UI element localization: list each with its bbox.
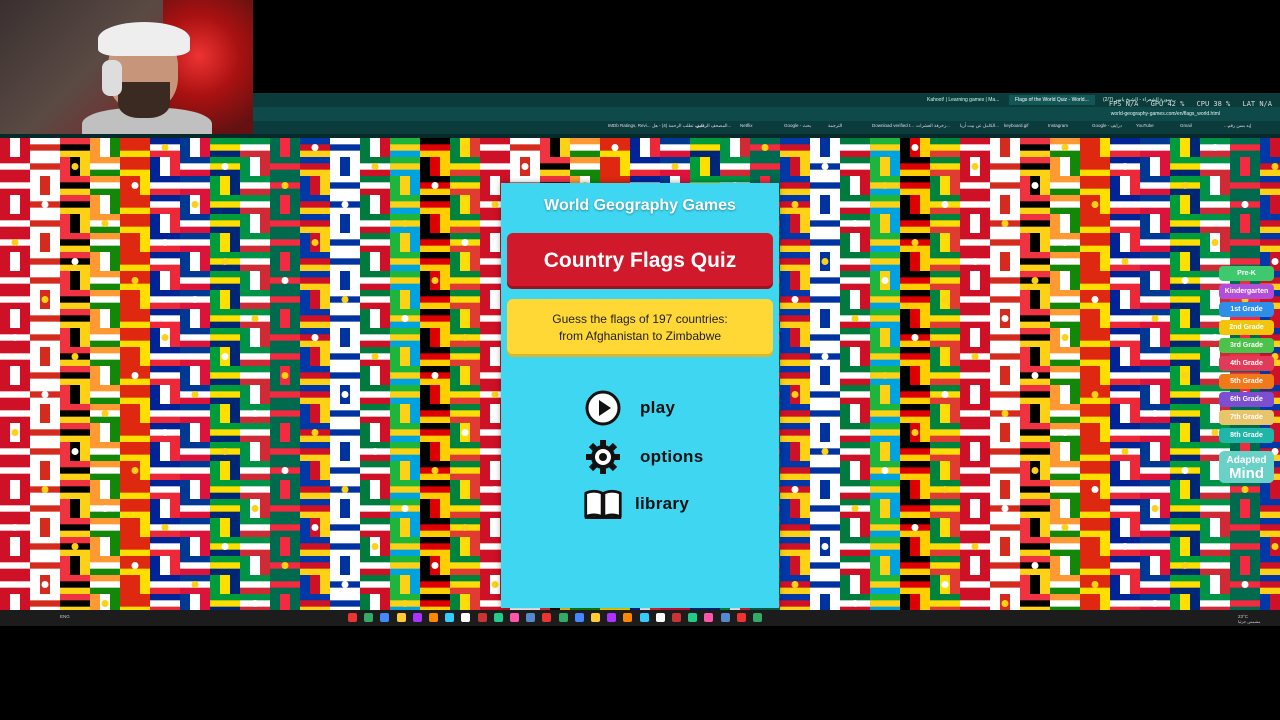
taskbar-app-icon[interactable] (526, 613, 536, 622)
bookmark-item[interactable]: Google - بحث (784, 123, 811, 129)
quiz-title-banner: Country Flags Quiz (507, 233, 773, 289)
play-button[interactable]: play (583, 388, 675, 428)
grade-button[interactable]: 6th Grade (1219, 392, 1274, 407)
headphone-icon (102, 60, 122, 96)
library-button[interactable]: library (583, 484, 689, 524)
taskbar-app-icon[interactable] (639, 613, 649, 622)
play-icon (583, 388, 623, 428)
taskbar-app-icon[interactable] (542, 613, 552, 622)
bookmark-item[interactable]: Google - درايف (1092, 123, 1122, 129)
bookmark-item[interactable]: المصحف الرقمي... (696, 123, 731, 129)
grade-button[interactable]: 1st Grade (1219, 302, 1274, 317)
browser-tab[interactable]: Kahoot! | Learning games | Ma... (921, 95, 1007, 105)
taskbar-app-icon[interactable] (380, 613, 390, 622)
taskbar-app-icon[interactable] (704, 613, 714, 622)
browser-tab-active[interactable]: Flags of the World Quiz - World... (1009, 95, 1095, 105)
logo-line: Mind (1229, 465, 1264, 482)
bookmark-item[interactable]: Netflix (740, 123, 753, 128)
bookmark-item[interactable]: Gmail (1180, 123, 1192, 128)
url-field[interactable]: world-geography-games.com/en/flags_world… (1111, 109, 1220, 119)
weather-status: مشمس جزئيا (1238, 619, 1261, 624)
bookmark-item[interactable]: keyboard.gif (1004, 123, 1029, 128)
taskbar-app-icon[interactable] (364, 613, 374, 622)
taskbar-app-icon[interactable] (477, 613, 487, 622)
language-indicator[interactable]: ENG (60, 614, 70, 619)
grade-button[interactable]: 7th Grade (1219, 410, 1274, 425)
taskbar-app-icon[interactable] (493, 613, 503, 622)
webcam-person-hat (98, 22, 190, 56)
bookmark-item[interactable]: YouTube (1136, 123, 1154, 128)
grade-button[interactable]: Kindergarten (1219, 284, 1274, 299)
bookmark-item[interactable]: الكامل عن بيت أريا... (960, 123, 999, 129)
taskbar-app-icon[interactable] (736, 613, 746, 622)
taskbar-app-icon[interactable] (655, 613, 665, 622)
taskbar-app-icon[interactable] (348, 613, 357, 622)
bookmarks-bar: IMDb Ratings, Revi... كيف تطلب الرحمة (4)… (253, 121, 1280, 134)
taskbar-app-icon[interactable] (672, 613, 681, 622)
quiz-description: Guess the flags of 197 countries: from A… (507, 299, 773, 357)
taskbar-app-icon[interactable] (510, 613, 519, 622)
address-bar[interactable]: world-geography-games.com/en/flags_world… (253, 107, 1280, 121)
options-label: options (640, 447, 704, 466)
taskbar-app-icon[interactable] (412, 613, 422, 622)
description-line: Guess the flags of 197 countries: (552, 312, 728, 326)
bookmark-item[interactable]: ...إيه بسن رقم (1224, 123, 1251, 129)
description-line: from Afghanistan to Zimbabwe (558, 329, 722, 343)
quiz-menu-card: World Geography Games Country Flags Quiz… (501, 183, 779, 608)
taskbar-app-icon[interactable] (591, 613, 600, 622)
grade-button[interactable]: 5th Grade (1219, 374, 1274, 389)
bookmark-item[interactable]: IMDb Ratings, Revi... (608, 123, 651, 128)
taskbar-app-icon[interactable] (461, 613, 471, 622)
taskbar-app-icon[interactable] (558, 613, 568, 622)
bookmark-item[interactable]: زخرفة العشرات... (916, 123, 950, 129)
webcam-person-beard (118, 82, 170, 118)
taskbar-app-icon[interactable] (607, 613, 617, 622)
grade-button[interactable]: Pre-K (1219, 266, 1274, 281)
taskbar-app-icon[interactable] (720, 613, 730, 622)
options-button[interactable]: options (583, 437, 703, 477)
library-label: library (635, 494, 690, 513)
grade-button[interactable]: 2nd Grade (1219, 320, 1274, 335)
taskbar-app-icon[interactable] (623, 613, 633, 622)
taskbar-app-icon[interactable] (396, 613, 406, 622)
grade-button[interactable]: 3rd Grade (1219, 338, 1274, 353)
bookmark-item[interactable]: Instagram (1048, 123, 1068, 128)
taskbar-app-icon[interactable] (688, 613, 698, 622)
webcam-overlay (0, 0, 253, 140)
taskbar-app-icon[interactable] (574, 613, 584, 622)
site-title[interactable]: World Geography Games (501, 197, 779, 215)
taskbar-app-icon[interactable] (445, 613, 455, 622)
web-page: World Geography Games Country Flags Quiz… (0, 138, 1280, 610)
taskbar-app-icon[interactable] (753, 613, 762, 622)
adapted-mind-logo[interactable]: Adapted Mind (1219, 451, 1274, 483)
play-label: play (640, 398, 676, 417)
grade-button[interactable]: 4th Grade (1219, 356, 1274, 371)
bookmark-item[interactable]: الترجمة (828, 123, 842, 129)
grade-button[interactable]: 8th Grade (1219, 428, 1274, 443)
book-icon (583, 484, 623, 524)
windows-taskbar: ENG 23°C مشمس جزئيا (0, 610, 1280, 626)
gear-icon (583, 437, 623, 477)
grade-level-menu: Pre-K Kindergarten 1st Grade 2nd Grade 3rd G… (1219, 266, 1274, 446)
taskbar-app-icon[interactable] (429, 613, 438, 622)
screen: Kahoot! | Learning games | Ma... Flags o… (0, 0, 1280, 720)
bookmark-item[interactable]: Download verified t... (872, 123, 914, 128)
